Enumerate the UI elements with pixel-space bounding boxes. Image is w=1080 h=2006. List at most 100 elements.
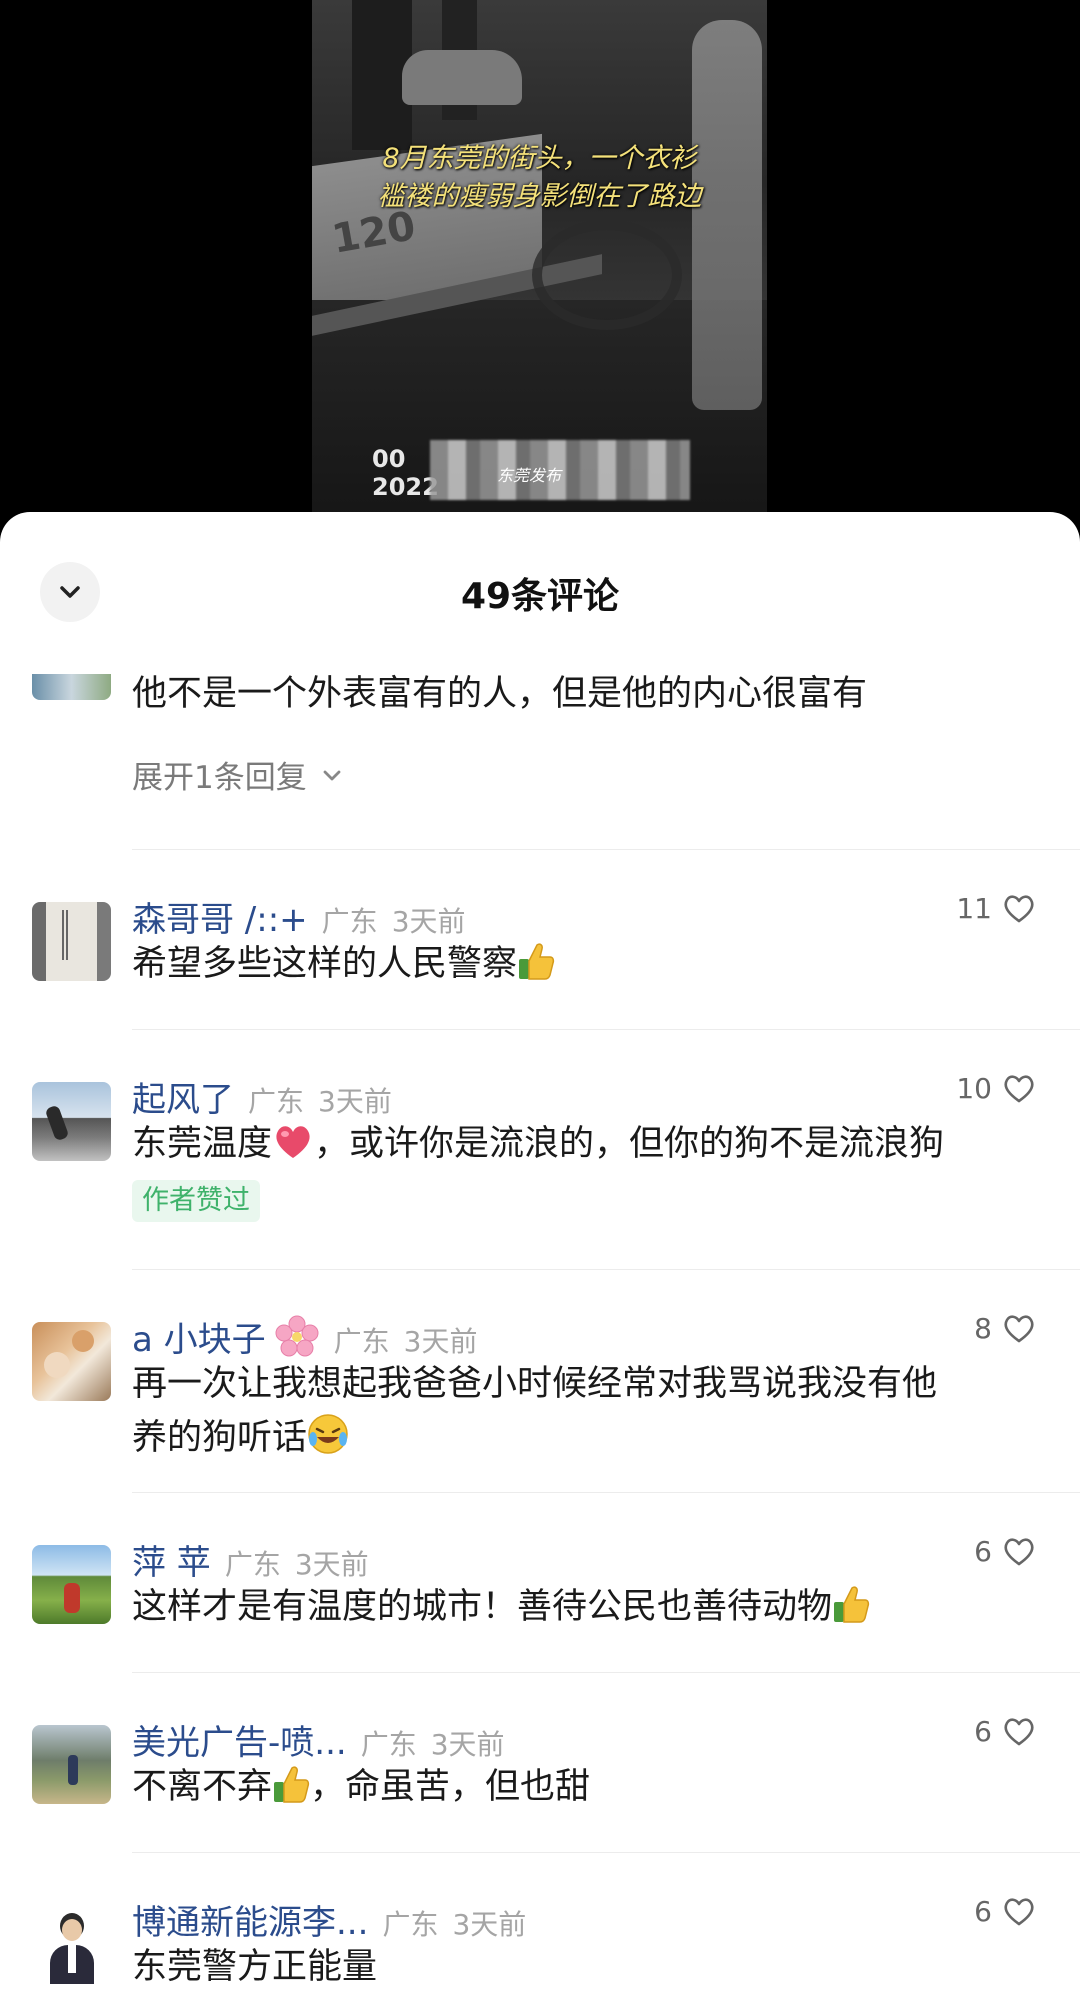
heart-emoji-icon <box>276 1126 310 1158</box>
comment-location: 广东 <box>224 1548 281 1581</box>
like-count: 10 <box>956 1072 992 1105</box>
like-count: 6 <box>974 1535 992 1568</box>
avatar-face <box>62 1919 82 1941</box>
avatar[interactable] <box>32 1545 111 1624</box>
avatar[interactable] <box>32 902 111 981</box>
video-scene-car <box>402 50 522 105</box>
heart-outline-icon <box>1004 1537 1034 1565</box>
comment-sheet: 49条评论 他不是一个外表富有的人，但是他的内心很富有 展开1条回复 森哥哥 /… <box>0 512 1080 2006</box>
video-timestamp: 00 2022 <box>372 445 439 501</box>
heart-outline-icon <box>1004 1074 1034 1102</box>
comment-text: 他不是一个外表富有的人，但是他的内心很富有 <box>132 674 868 714</box>
comment-time: 3天前 <box>391 905 466 938</box>
chevron-down-icon <box>323 770 341 780</box>
heart-outline-icon <box>1004 1897 1034 1925</box>
comment-header: 起风了 广东 3天前 <box>132 1072 392 1121</box>
like-count: 8 <box>974 1312 992 1345</box>
avatar-child <box>72 1330 94 1352</box>
avatar[interactable] <box>32 1322 111 1401</box>
comment-author[interactable]: 萍 苹 <box>132 1535 211 1584</box>
video-caption-line: 8月东莞的街头，一个衣衫 <box>382 143 697 174</box>
comment-text-content: 不离不弃 <box>132 1767 273 1807</box>
comment-text: 东莞警方正能量 <box>132 1940 1037 1994</box>
author-liked-badge: 作者赞过 <box>132 1180 260 1222</box>
comment-text-content: 养的狗听话 <box>132 1418 308 1458</box>
laughing-crying-emoji-icon <box>308 1414 348 1454</box>
comment-text: 再一次让我想起我爸爸小时候经常对我骂说我没有他 养的狗听话 <box>132 1357 1037 1465</box>
comment-location: 广东 <box>333 1325 390 1358</box>
thumbs-up-emoji-icon <box>519 943 555 980</box>
comment-text: 不离不弃 ，命虽苦，但也甜 <box>132 1760 1037 1814</box>
thumbs-up-emoji-icon <box>274 1766 310 1803</box>
avatar[interactable] <box>32 1725 111 1804</box>
divider <box>132 1852 1080 1853</box>
comment-author[interactable]: 博通新能源李... <box>132 1895 368 1944</box>
comment-text-content: 再一次让我想起我爸爸小时候经常对我骂说我没有他 <box>132 1364 938 1404</box>
video-watermark: 东莞发布 <box>497 466 562 485</box>
comment-location: 广东 <box>360 1728 417 1761</box>
like-button[interactable]: 11 <box>956 892 1036 925</box>
expand-replies-label: 展开1条回复 <box>132 760 307 796</box>
comment-author[interactable]: 森哥哥 /::+ <box>132 892 308 941</box>
comment-text-content: ，或许你是流浪的，但你的狗不是流浪狗 <box>314 1124 945 1164</box>
cherry-blossom-emoji-icon <box>275 1315 319 1356</box>
comment-author[interactable]: 起风了 <box>132 1072 234 1121</box>
comment-time: 3天前 <box>318 1085 392 1118</box>
comment-text-content: 东莞温度 <box>132 1124 273 1164</box>
divider <box>132 1029 1080 1030</box>
comment-header: 森哥哥 /::+ 广东 3天前 <box>132 892 466 941</box>
comment-location: 广东 <box>248 1085 305 1118</box>
video-scene-bike <box>532 220 682 330</box>
comment-text-content: 东莞警方正能量 <box>132 1947 378 1987</box>
comment-time: 3天前 <box>430 1728 505 1761</box>
comment-text: 这样才是有温度的城市！善待公民也善待动物 <box>132 1580 1037 1634</box>
heart-outline-icon <box>1004 1314 1034 1342</box>
video-frame[interactable]: 120 8月东莞的街头，一个衣衫 褴褛的瘦弱身影倒在了路边 00 2022 东莞… <box>312 0 767 520</box>
like-button[interactable]: 6 <box>974 1895 1036 1928</box>
comment-text: 东莞温度 ，或许你是流浪的，但你的狗不是流浪狗 作者赞过 <box>132 1117 1037 1225</box>
avatar-person <box>64 1583 80 1613</box>
divider <box>132 849 1080 850</box>
video-caption: 8月东莞的街头，一个衣衫 褴褛的瘦弱身影倒在了路边 <box>312 140 767 216</box>
avatar[interactable] <box>32 1082 111 1161</box>
comment-header: 美光广告-喷... 广东 3天前 <box>132 1715 505 1764</box>
comment-location: 广东 <box>321 905 378 938</box>
timestamp-line: 2022 <box>372 473 439 501</box>
like-count: 6 <box>974 1895 992 1928</box>
expand-replies-button[interactable]: 展开1条回复 <box>132 752 343 797</box>
video-player[interactable]: 120 8月东莞的街头，一个衣衫 褴褛的瘦弱身影倒在了路边 00 2022 东莞… <box>0 0 1080 540</box>
avatar-baby <box>44 1352 70 1378</box>
divider <box>132 1672 1080 1673</box>
like-button[interactable]: 6 <box>974 1715 1036 1748</box>
comment-count-title: 49条评论 <box>460 576 620 617</box>
timestamp-line: 00 <box>372 445 406 473</box>
comment-author[interactable]: 美光广告-喷... <box>132 1715 347 1764</box>
heart-outline-icon <box>1004 894 1034 922</box>
avatar-person <box>68 1755 78 1785</box>
comment-time: 3天前 <box>452 1908 527 1941</box>
avatar[interactable] <box>32 674 111 700</box>
comment-header: 萍 苹 广东 3天前 <box>132 1535 369 1584</box>
avatar[interactable] <box>32 1905 111 1984</box>
like-count: 11 <box>956 892 992 925</box>
comment-time: 3天前 <box>294 1548 369 1581</box>
like-count: 6 <box>974 1715 992 1748</box>
video-caption-line: 褴褛的瘦弱身影倒在了路边 <box>377 181 702 212</box>
comment-text-content: ，命虽苦，但也甜 <box>310 1767 591 1807</box>
comment-text-content: 希望多些这样的人民警察 <box>132 944 518 984</box>
comment-header: 博通新能源李... 广东 3天前 <box>132 1895 526 1944</box>
thumbs-up-emoji-icon <box>834 1586 870 1623</box>
like-button[interactable]: 10 <box>956 1072 1036 1105</box>
comment-location: 广东 <box>382 1908 439 1941</box>
avatar-shirt <box>68 1945 76 1973</box>
comment-text-content: 这样才是有温度的城市！善待公民也善待动物 <box>132 1587 833 1627</box>
comment-time: 3天前 <box>403 1325 478 1358</box>
avatar-calligraphy <box>62 910 68 960</box>
like-button[interactable]: 8 <box>974 1312 1036 1345</box>
like-button[interactable]: 6 <box>974 1535 1036 1568</box>
divider <box>132 1492 1080 1493</box>
divider <box>132 1269 1080 1270</box>
comment-author[interactable]: a 小块子 <box>132 1312 266 1361</box>
heart-outline-icon <box>1004 1717 1034 1745</box>
comment-text: 希望多些这样的人民警察 <box>132 937 1037 991</box>
